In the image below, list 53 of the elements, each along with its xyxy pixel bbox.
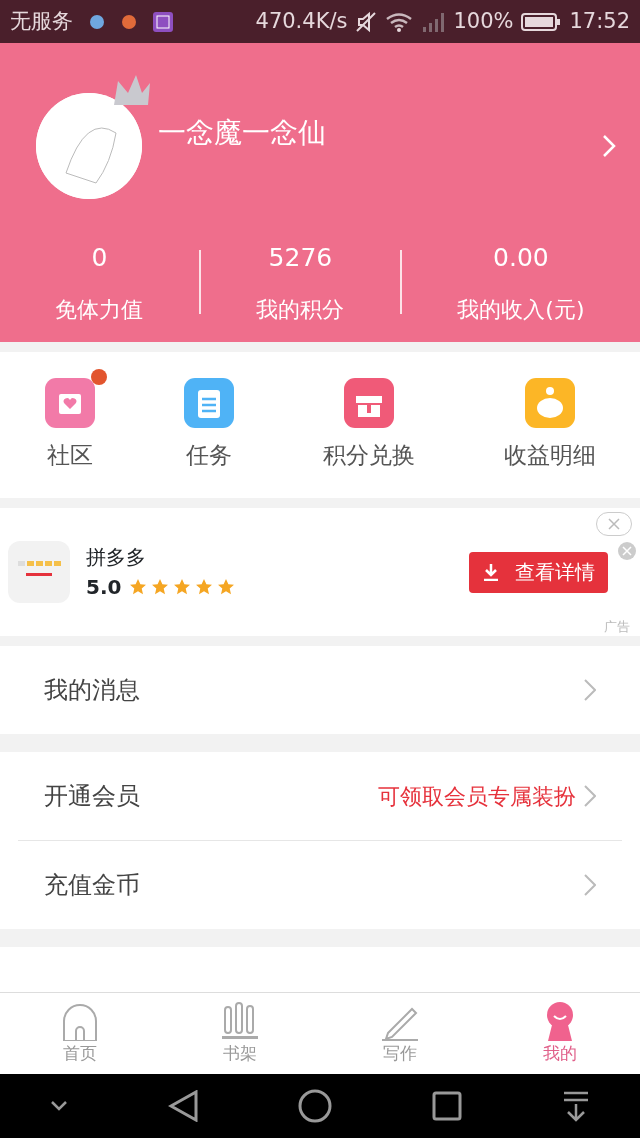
back-icon[interactable]	[168, 1090, 198, 1122]
crown-icon	[112, 73, 152, 107]
recents-icon[interactable]	[432, 1091, 462, 1121]
stat-item[interactable]: 5276 我的积分	[200, 239, 400, 326]
stat-label: 免体力值	[54, 295, 145, 324]
star-icon	[129, 578, 148, 596]
star-icon	[195, 578, 214, 596]
signal-icon	[421, 10, 446, 33]
chevron-down-icon[interactable]	[50, 1100, 68, 1112]
rating-value: 5.0	[86, 574, 122, 601]
battery-icon	[521, 10, 562, 33]
star-icon	[173, 578, 192, 596]
chevron-icon	[584, 874, 596, 896]
shortcut-label: 积分兑换	[322, 440, 415, 470]
details-button[interactable]: 查看详情	[469, 551, 608, 593]
nav-tab[interactable]: 书架	[160, 993, 320, 1074]
wifi-icon	[385, 10, 414, 33]
bookshelf-icon	[220, 1001, 260, 1041]
shortcut-label: 收益明细	[503, 440, 596, 470]
nav-tab[interactable]: 我的	[480, 993, 640, 1074]
stat-item[interactable]: 0.00 我的收入(元)	[401, 239, 640, 326]
download-icon	[482, 563, 499, 581]
stat-value: 5276	[267, 242, 334, 274]
clock-time: 17:52	[569, 7, 630, 35]
avatar-drawing[interactable]	[36, 93, 142, 199]
close-icon	[608, 518, 620, 530]
gallery-icon	[153, 11, 173, 32]
star-icon	[217, 578, 236, 596]
home-icon	[60, 1001, 100, 1041]
stat-label: 我的积分	[255, 295, 346, 324]
notification-pull-icon[interactable]	[562, 1090, 590, 1122]
menu-note: 可领取会员专属装扮	[378, 782, 576, 811]
nav-tab[interactable]: 写作	[320, 993, 480, 1074]
network-speed: 470.4K/s	[255, 7, 348, 35]
shortcut-label: 社区	[46, 440, 93, 470]
mute-icon	[355, 10, 378, 33]
shortcut-label: 任务	[185, 440, 232, 470]
nav-tab[interactable]: 首页	[0, 993, 160, 1074]
app-name: 拼多多	[86, 544, 147, 571]
stat-item[interactable]: 0 免体力值	[0, 239, 199, 326]
star-icon	[151, 578, 170, 596]
stat-value: 0.00	[492, 242, 550, 274]
chevron-icon	[584, 679, 596, 701]
battery-percent: 100%	[453, 7, 514, 35]
stat-label: 我的收入(元)	[456, 295, 586, 324]
carrier-text: 无服务	[10, 7, 73, 35]
chevron-icon	[602, 134, 616, 158]
profile-row[interactable]: 一念魔一念仙	[0, 43, 640, 233]
chevron-icon	[584, 785, 596, 807]
home-icon[interactable]	[298, 1089, 332, 1123]
username: 一念魔一念仙	[158, 115, 326, 151]
ad-label: 广告	[604, 617, 630, 636]
stat-value: 0	[90, 242, 109, 274]
